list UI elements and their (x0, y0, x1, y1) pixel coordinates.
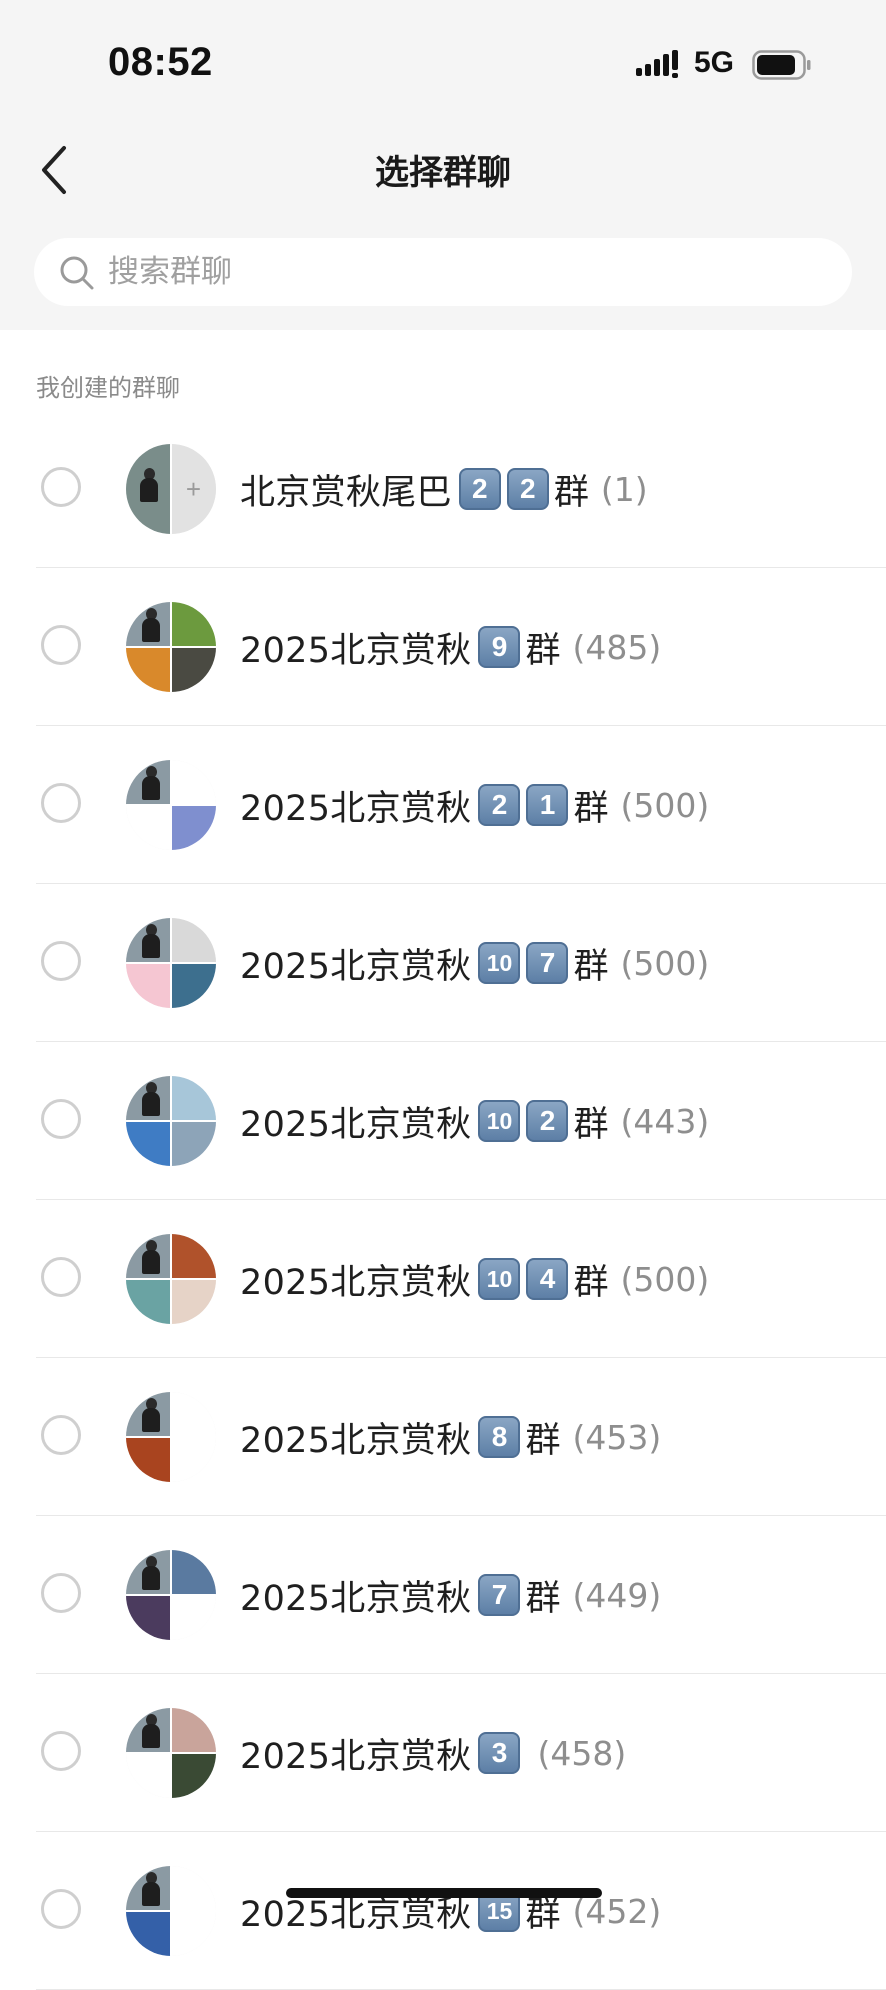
group-name-text: 2025北京赏秋 (240, 1262, 472, 1303)
number-badge: 2 (506, 468, 549, 510)
number-badge: 2 (458, 468, 501, 510)
select-radio[interactable] (41, 1415, 81, 1455)
group-name-text: 2025北京赏秋 (240, 1578, 472, 1619)
group-avatar (126, 1234, 216, 1324)
select-radio[interactable] (41, 1731, 81, 1771)
group-name-text: 2025北京赏秋 (240, 1736, 472, 1777)
group-avatar (126, 1708, 216, 1798)
status-time: 08:52 (108, 40, 213, 84)
select-radio[interactable] (41, 1099, 81, 1139)
group-name-text: 2025北京赏秋 (240, 1104, 472, 1145)
group-name: 2025北京赏秋 3 (458) (240, 1674, 626, 1832)
member-count: (485) (572, 627, 662, 667)
group-name: 2025北京赏秋 10 7 群 (500) (240, 884, 709, 1042)
battery-icon (752, 50, 811, 80)
home-indicator (286, 1888, 602, 1898)
group-name: 2025北京赏秋 8 群 (453) (240, 1358, 661, 1516)
group-row[interactable]: 2025北京赏秋 3 (458) (0, 1674, 886, 1832)
group-name: 2025北京赏秋 10 2 群 (443) (240, 1042, 709, 1200)
number-badge: 10 (478, 942, 521, 984)
group-row[interactable]: 2025北京赏秋 9 群 (485) (0, 568, 886, 726)
group-suffix: 群 (525, 630, 561, 671)
number-badge: 2 (478, 784, 521, 826)
group-avatar (126, 760, 216, 850)
group-name-text: 2025北京赏秋 (240, 788, 472, 829)
member-count: (453) (572, 1417, 662, 1457)
member-count: (458) (537, 1733, 627, 1773)
number-badge: 7 (526, 942, 569, 984)
group-suffix: 群 (573, 1104, 609, 1145)
group-suffix: 群 (573, 946, 609, 987)
number-badge: 10 (478, 1100, 521, 1142)
select-radio[interactable] (41, 1889, 81, 1929)
group-row[interactable]: 2025北京赏秋 2 1 群 (500) (0, 726, 886, 884)
number-badge: 7 (478, 1574, 521, 1616)
search-input[interactable] (108, 238, 828, 306)
group-row[interactable]: + 北京赏秋尾巴 2 2 群 (1) (0, 410, 886, 568)
search-bar[interactable] (34, 238, 852, 306)
group-avatar (126, 1550, 216, 1640)
group-name: 2025北京赏秋 7 群 (449) (240, 1516, 661, 1674)
group-row[interactable]: 2025北京赏秋 15 群 (452) (0, 1832, 886, 1990)
member-count: (500) (620, 785, 710, 825)
header-area: 08:52 5G 选择群聊 (0, 0, 886, 330)
group-avatar (126, 1866, 216, 1956)
search-icon (60, 256, 94, 290)
select-radio[interactable] (41, 1257, 81, 1297)
group-name: 2025北京赏秋 9 群 (485) (240, 568, 661, 726)
member-count: (449) (572, 1575, 662, 1615)
group-suffix: 群 (525, 1578, 561, 1619)
select-radio[interactable] (41, 1573, 81, 1613)
group-avatar (126, 1392, 216, 1482)
number-badge: 3 (478, 1732, 521, 1774)
select-radio[interactable] (41, 467, 81, 507)
number-badge: 8 (478, 1416, 521, 1458)
group-avatar (126, 918, 216, 1008)
select-radio[interactable] (41, 625, 81, 665)
member-count: (500) (620, 1259, 710, 1299)
number-badge: 1 (526, 784, 569, 826)
group-suffix: 群 (573, 788, 609, 829)
network-label: 5G (694, 46, 735, 79)
member-count: (1) (600, 469, 648, 509)
section-label: 我创建的群聊 (36, 374, 180, 402)
number-badge: 10 (478, 1258, 521, 1300)
group-avatar (126, 1076, 216, 1166)
group-row[interactable]: 2025北京赏秋 10 7 群 (500) (0, 884, 886, 1042)
number-badge: 9 (478, 626, 521, 668)
group-suffix: 群 (525, 1420, 561, 1461)
group-name: 2025北京赏秋 2 1 群 (500) (240, 726, 709, 884)
group-row[interactable]: 2025北京赏秋 10 2 群 (443) (0, 1042, 886, 1200)
group-avatar: + (126, 444, 216, 534)
group-row[interactable]: 2025北京赏秋 7 群 (449) (0, 1516, 886, 1674)
group-name: 北京赏秋尾巴 2 2 群 (1) (240, 410, 648, 568)
group-suffix: 群 (573, 1262, 609, 1303)
group-avatar (126, 602, 216, 692)
group-row[interactable]: 2025北京赏秋 10 4 群 (500) (0, 1200, 886, 1358)
member-count: (443) (620, 1101, 710, 1141)
plus-icon: + (171, 444, 216, 534)
group-row[interactable]: 2025北京赏秋 8 群 (453) (0, 1358, 886, 1516)
signal-icon (636, 50, 678, 78)
number-badge: 4 (526, 1258, 569, 1300)
select-radio[interactable] (41, 783, 81, 823)
group-name-text: 2025北京赏秋 (240, 1420, 472, 1461)
group-list: + 北京赏秋尾巴 2 2 群 (1) 2025北京赏秋 9 群 (485) 2025北京赏秋 2 1 群(… (0, 410, 886, 1990)
group-name-text: 2025北京赏秋 (240, 946, 472, 987)
group-name: 2025北京赏秋 10 4 群 (500) (240, 1200, 709, 1358)
number-badge: 2 (526, 1100, 569, 1142)
group-suffix: 群 (553, 472, 589, 513)
member-count: (500) (620, 943, 710, 983)
group-name-text: 2025北京赏秋 (240, 630, 472, 671)
group-name: 2025北京赏秋 15 群 (452) (240, 1832, 661, 1990)
page-title: 选择群聊 (375, 153, 511, 193)
select-radio[interactable] (41, 941, 81, 981)
group-name-text: 北京赏秋尾巴 (240, 472, 452, 513)
